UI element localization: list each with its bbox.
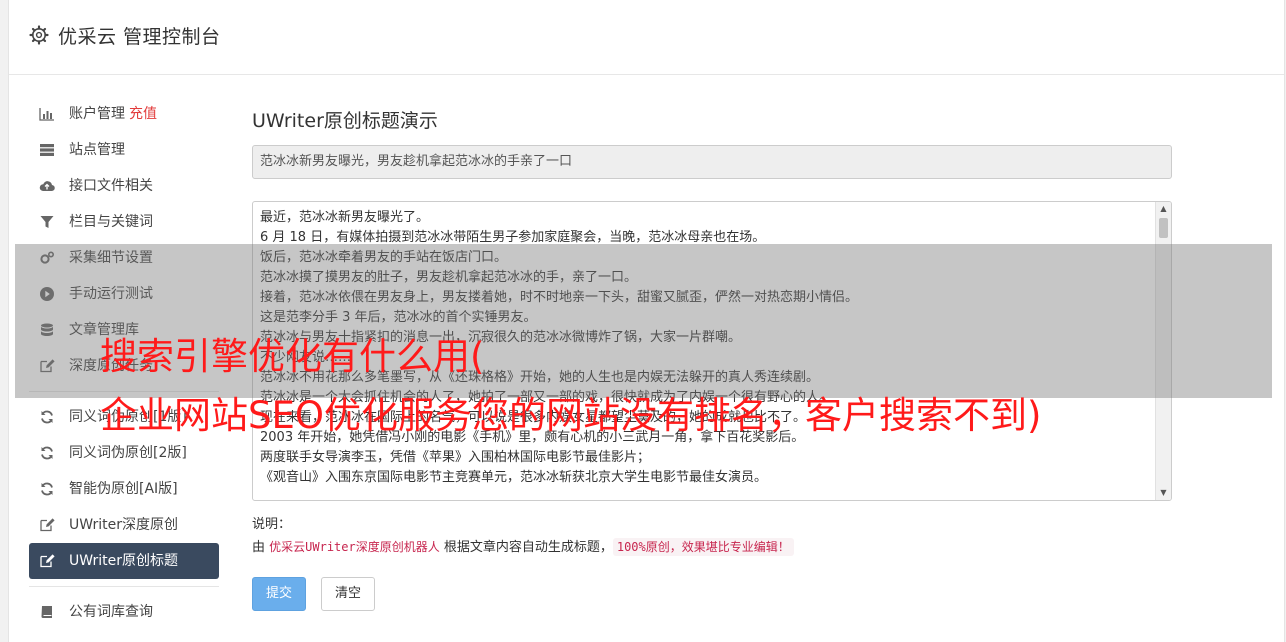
sidebar-divider: [29, 586, 219, 587]
sidebar-item-sites[interactable]: 站点管理: [29, 132, 219, 168]
sidebar-item-label: 公有词库查询: [69, 604, 153, 620]
note-tag: 100%原创，效果堪比专业编辑！: [612, 538, 794, 556]
sidebar-item-label: 智能伪原创[AI版]: [69, 481, 178, 497]
sidebar-item-synonym-v2[interactable]: 同义词伪原创[2版]: [29, 435, 219, 471]
note-prefix: 由: [252, 540, 270, 555]
app-title: 优采云 管理控制台: [58, 26, 221, 48]
sidebar-item-label: 同义词伪原创[2版]: [69, 445, 187, 461]
sidebar-item-account[interactable]: 账户管理 充值: [29, 96, 219, 132]
refresh-icon: [41, 482, 53, 496]
content-line: 两度联手女导演李玉，凭借《苹果》入围柏林国际电影节最佳影片；: [260, 450, 651, 465]
sidebar-item-public-lexicon[interactable]: 公有词库查询: [29, 594, 219, 630]
scroll-up-arrow-icon[interactable]: ▲: [1156, 202, 1171, 216]
sidebar-item-label: UWriter原创标题: [69, 553, 178, 569]
bar-chart-icon: [39, 108, 54, 121]
gear-icon: [29, 25, 49, 45]
note-description: 由 优采云UWriter深度原创机器人 根据文章内容自动生成标题， 100%原创，…: [252, 536, 794, 556]
sidebar-item-uwriter-deep[interactable]: UWriter深度原创: [29, 507, 219, 543]
note-brand: 优采云UWriter深度原创机器人: [269, 540, 440, 554]
content-line: 最近，范冰冰新男友曝光了。: [260, 210, 430, 225]
note-label: 说明：: [252, 517, 292, 532]
clear-button[interactable]: 清空: [321, 577, 375, 611]
overlay-headline-1: 搜索引擎优化有什么用(: [100, 335, 485, 378]
title-output-field[interactable]: 范冰冰新男友曝光，男友趁机拿起范冰冰的手亲了一口: [252, 145, 1172, 179]
scroll-down-arrow-icon[interactable]: ▼: [1156, 486, 1171, 500]
top-bar: 优采云 管理控制台: [9, 0, 1284, 75]
edit-icon: [40, 518, 55, 532]
server-icon: [40, 144, 54, 156]
book-icon: [41, 606, 52, 618]
overlay-headline-2: 企业网站SEO优化服务您的网站没有排名，客户搜索不到): [100, 394, 1042, 437]
submit-button[interactable]: 提交: [252, 577, 306, 611]
scroll-thumb[interactable]: [1159, 218, 1168, 238]
note-middle: 根据文章内容自动生成标题，: [439, 540, 613, 555]
sidebar-item-label: 接口文件相关: [69, 178, 153, 194]
sidebar-item-ai-rewrite[interactable]: 智能伪原创[AI版]: [29, 471, 219, 507]
sidebar-item-label: 账户管理: [69, 106, 125, 122]
sidebar-item-interface-files[interactable]: 接口文件相关: [29, 168, 219, 204]
refresh-icon: [41, 446, 53, 460]
edit-icon: [40, 554, 55, 568]
refresh-icon: [41, 410, 53, 424]
sidebar-item-label: 栏目与关键词: [69, 214, 153, 230]
recharge-link[interactable]: 充值: [129, 106, 157, 122]
sidebar-item-uwriter-title[interactable]: UWriter原创标题: [29, 543, 219, 579]
sidebar-item-label: 站点管理: [69, 142, 125, 158]
sidebar-item-label: UWriter深度原创: [69, 517, 178, 533]
sidebar-item-columns-keywords[interactable]: 栏目与关键词: [29, 204, 219, 240]
cloud-upload-icon: [39, 181, 55, 192]
page-title: UWriter原创标题演示: [252, 110, 438, 132]
content-line: 《观音山》入围东京国际电影节主竞赛单元，范冰冰斩获北京大学生电影节最佳女演员。: [260, 470, 768, 485]
filter-icon: [40, 216, 54, 228]
